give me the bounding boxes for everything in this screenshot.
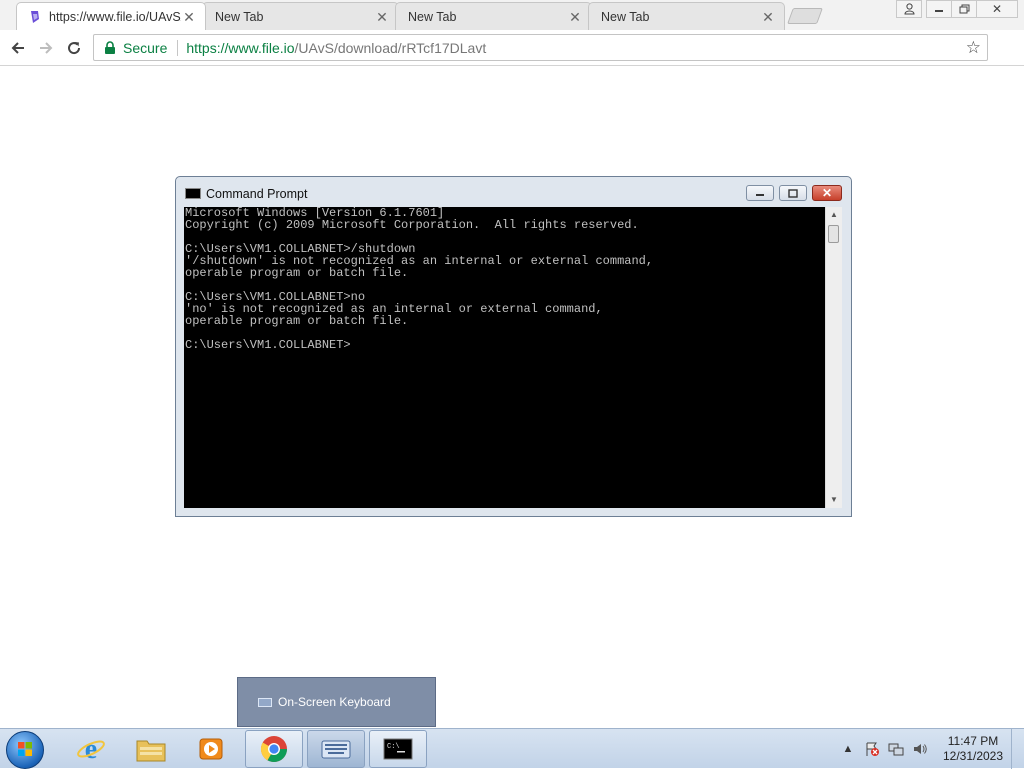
- lock-icon: [105, 40, 115, 54]
- system-tray: ▲: [840, 729, 936, 769]
- url-path: /UAvS/download/rRTcf17DLavt: [294, 39, 487, 56]
- action-center-flag-icon[interactable]: [864, 741, 880, 757]
- taskbar-internet-explorer[interactable]: e: [62, 730, 120, 768]
- browser-toolbar: Secure https://www.file.io/UAvS/download…: [0, 30, 1024, 66]
- tab-title: https://www.file.io/UAvS/: [49, 9, 181, 24]
- clock[interactable]: 11:47 PM 12/31/2023: [940, 734, 1006, 764]
- back-button[interactable]: [7, 37, 29, 59]
- address-bar[interactable]: Secure https://www.file.io/UAvS/download…: [93, 34, 988, 61]
- svg-text:C:\: C:\: [387, 743, 400, 751]
- console-line: operable program or batch file.: [185, 314, 409, 328]
- url-host: https://www.file.io: [186, 39, 295, 56]
- close-window-button[interactable]: ✕: [976, 0, 1018, 18]
- tab-close-icon[interactable]: ✕: [567, 9, 583, 25]
- show-desktop-button[interactable]: [1011, 729, 1024, 769]
- taskbar-preview-on-screen-keyboard[interactable]: On-Screen Keyboard: [237, 677, 436, 727]
- console-line: Copyright (c) 2009 Microsoft Corporation…: [185, 218, 639, 232]
- tab-new-tab-1[interactable]: New Tab ✕: [202, 2, 399, 30]
- scroll-up-arrow-icon[interactable]: ▲: [826, 207, 842, 223]
- reload-button[interactable]: [63, 37, 85, 59]
- restore-button[interactable]: [951, 0, 977, 18]
- console-scrollbar[interactable]: ▲ ▼: [825, 207, 842, 508]
- command-prompt-icon: [185, 188, 201, 199]
- tab-close-icon[interactable]: ✕: [181, 9, 197, 25]
- tab-file-io[interactable]: https://www.file.io/UAvS/ ✕: [16, 2, 206, 30]
- window-titlebar[interactable]: Command Prompt ✕: [176, 177, 851, 207]
- bookmark-star-icon[interactable]: ☆: [966, 38, 981, 58]
- browser-tab-strip: https://www.file.io/UAvS/ ✕ New Tab ✕ Ne…: [0, 0, 1024, 30]
- taskbar-chrome[interactable]: [245, 730, 303, 768]
- scroll-down-arrow-icon[interactable]: ▼: [826, 492, 842, 508]
- tab-new-tab-2[interactable]: New Tab ✕: [395, 2, 592, 30]
- preview-label: On-Screen Keyboard: [278, 695, 391, 709]
- on-screen-keyboard-icon: [321, 740, 351, 759]
- taskbar-on-screen-keyboard[interactable]: [307, 730, 365, 768]
- tab-title: New Tab: [601, 9, 650, 24]
- minimize-button[interactable]: [926, 0, 952, 18]
- forward-arrow-icon: [40, 42, 53, 54]
- back-arrow-icon: [11, 42, 24, 54]
- command-prompt-icon: C:\: [383, 738, 413, 760]
- clock-date: 12/31/2023: [942, 749, 1004, 763]
- tab-close-icon[interactable]: ✕: [374, 9, 390, 25]
- file-io-favicon-icon: [31, 10, 39, 23]
- internet-explorer-icon: e: [77, 734, 105, 764]
- scrollbar-thumb[interactable]: [828, 225, 839, 243]
- volume-icon[interactable]: [912, 741, 928, 757]
- folder-icon: [136, 740, 166, 762]
- cmd-minimize-button[interactable]: [746, 185, 774, 201]
- taskbar-command-prompt[interactable]: C:\: [369, 730, 427, 768]
- console-prompt-line: C:\Users\VM1.COLLABNET>: [185, 338, 351, 352]
- taskbar-file-explorer[interactable]: [122, 730, 180, 768]
- keyboard-icon: [258, 697, 272, 707]
- tab-title: New Tab: [408, 9, 457, 24]
- new-tab-button[interactable]: [787, 8, 823, 24]
- tab-new-tab-3[interactable]: New Tab ✕: [588, 2, 785, 30]
- cmd-maximize-button[interactable]: [779, 185, 807, 201]
- cmd-close-button[interactable]: ✕: [812, 185, 842, 201]
- taskbar: e C:\ ▲ 11:47 PM 12/31/2023: [0, 728, 1024, 769]
- clock-time: 11:47 PM: [947, 734, 999, 748]
- media-player-icon: [199, 738, 223, 760]
- secure-label: Secure: [123, 39, 168, 56]
- console-output[interactable]: Microsoft Windows [Version 6.1.7601] Cop…: [184, 207, 825, 508]
- start-button[interactable]: [6, 731, 44, 769]
- forward-button[interactable]: [35, 37, 57, 59]
- close-icon: ✕: [991, 2, 1003, 16]
- taskbar-media-player[interactable]: [182, 730, 240, 768]
- windows-logo-icon: [18, 742, 32, 756]
- network-icon[interactable]: [888, 741, 904, 757]
- reload-icon: [68, 42, 81, 55]
- command-prompt-window[interactable]: Command Prompt ✕ Microsoft Windows [Vers…: [175, 176, 852, 517]
- svg-text:e: e: [85, 734, 97, 764]
- console-line: operable program or batch file.: [185, 266, 409, 280]
- profile-icon[interactable]: [896, 0, 922, 18]
- tab-close-icon[interactable]: ✕: [760, 9, 776, 25]
- chrome-icon: [260, 736, 288, 763]
- show-hidden-icons-icon[interactable]: ▲: [840, 741, 856, 757]
- window-title: Command Prompt: [206, 187, 308, 201]
- close-icon: ✕: [821, 186, 833, 200]
- address-divider: [177, 39, 179, 56]
- tab-title: New Tab: [215, 9, 264, 24]
